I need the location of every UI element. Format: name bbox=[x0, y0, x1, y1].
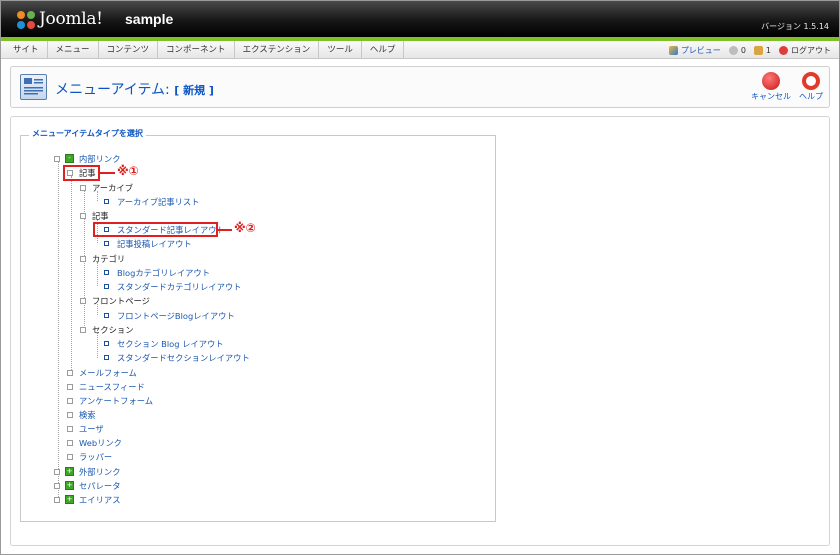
collapse-icon[interactable] bbox=[80, 327, 86, 333]
tree-node-frontpage[interactable]: フロントページ bbox=[80, 296, 150, 306]
tree-node-weblink[interactable]: Webリンク bbox=[67, 438, 122, 448]
expand-icon[interactable] bbox=[67, 426, 73, 432]
tree-line-internal bbox=[71, 176, 72, 372]
help-icon bbox=[802, 72, 820, 90]
menu-tools[interactable]: ツール bbox=[319, 41, 362, 59]
tree-leaf-section-blog-layout[interactable]: セクション Blog レイアウト bbox=[104, 339, 224, 349]
preview-icon bbox=[668, 45, 678, 55]
tree-node-external[interactable]: + 外部リンク bbox=[54, 467, 121, 477]
tree-line-category bbox=[97, 262, 98, 286]
collapse-icon[interactable] bbox=[54, 156, 60, 162]
tree-leaf-standard-section-layout[interactable]: スタンダードセクションレイアウト bbox=[104, 353, 250, 363]
header-bar: Joomla! sample バージョン 1.5.14 bbox=[1, 1, 839, 37]
tree-node-alias[interactable]: + エイリアス bbox=[54, 495, 121, 505]
joomla-brand: Joomla! bbox=[39, 9, 103, 29]
menu-menus[interactable]: メニュー bbox=[48, 41, 99, 59]
leaf-icon bbox=[104, 284, 109, 289]
tree-node-section[interactable]: セクション bbox=[80, 325, 134, 335]
annotation-line-1 bbox=[100, 172, 115, 174]
leaf-icon bbox=[104, 313, 109, 318]
annotation-line-2 bbox=[218, 229, 232, 231]
tree-leaf-standard-category-layout[interactable]: スタンダードカテゴリレイアウト bbox=[104, 282, 241, 292]
tree-node-article-sub[interactable]: 記事 bbox=[80, 211, 109, 221]
tree-node-poll[interactable]: アンケートフォーム bbox=[67, 396, 153, 406]
leaf-icon bbox=[104, 341, 109, 346]
tree-leaf-archive-list[interactable]: アーカイブ記事リスト bbox=[104, 197, 199, 207]
tree-node-search[interactable]: 検索 bbox=[67, 410, 96, 420]
status-area: プレビュー 0 1 ログアウト bbox=[668, 41, 831, 59]
collapse-icon[interactable] bbox=[80, 185, 86, 191]
cancel-icon bbox=[762, 72, 780, 90]
expand-icon[interactable] bbox=[54, 469, 60, 475]
joomla-logo-icon bbox=[17, 11, 35, 29]
expand-icon[interactable] bbox=[67, 412, 73, 418]
users-icon bbox=[753, 45, 763, 55]
annotation-mark-1: ※① bbox=[117, 164, 139, 178]
annotation-mark-2: ※② bbox=[234, 221, 256, 235]
page-title: メニューアイテム: [ 新規 ] bbox=[55, 82, 214, 98]
tree-node-newsfeed[interactable]: ニュースフィード bbox=[67, 382, 145, 392]
logout-icon bbox=[779, 45, 788, 55]
leaf-icon bbox=[104, 270, 109, 275]
collapse-icon[interactable] bbox=[80, 256, 86, 262]
tree-node-internal[interactable]: - 内部リンク bbox=[54, 154, 121, 164]
leaf-icon bbox=[104, 241, 109, 246]
menu-content[interactable]: コンテンツ bbox=[99, 41, 159, 59]
menu-extensions[interactable]: エクステンション bbox=[235, 41, 320, 59]
site-name: sample bbox=[125, 11, 174, 27]
tree-line-section bbox=[97, 333, 98, 358]
expand-icon[interactable] bbox=[54, 483, 60, 489]
messages-icon bbox=[728, 45, 738, 55]
expand-icon[interactable] bbox=[67, 370, 73, 376]
main-menu-bar: サイト メニュー コンテンツ コンポーネント エクステンション ツール ヘルプ … bbox=[1, 41, 839, 59]
expand-icon[interactable] bbox=[67, 398, 73, 404]
main-menu: サイト メニュー コンテンツ コンポーネント エクステンション ツール ヘルプ bbox=[5, 41, 405, 59]
collapse-icon[interactable] bbox=[80, 298, 86, 304]
tree-node-separator[interactable]: + セパレータ bbox=[54, 481, 121, 491]
version-label: バージョン 1.5.14 bbox=[761, 22, 829, 31]
tree-node-archive[interactable]: アーカイブ bbox=[80, 183, 133, 193]
leaf-icon bbox=[104, 199, 109, 204]
menu-item-title-icon bbox=[20, 74, 47, 100]
toolbar: メニューアイテム: [ 新規 ] キャンセル ヘルプ bbox=[10, 66, 830, 108]
menu-components[interactable]: コンポーネント bbox=[158, 41, 235, 59]
tree-leaf-frontpage-blog-layout[interactable]: フロントページBlogレイアウト bbox=[104, 311, 235, 321]
folder-green-icon: - bbox=[65, 154, 74, 163]
folder-green-icon: + bbox=[65, 495, 74, 504]
page-subtitle: [ 新規 ] bbox=[174, 84, 214, 97]
tree-node-category[interactable]: カテゴリ bbox=[80, 254, 125, 264]
expand-icon[interactable] bbox=[67, 440, 73, 446]
expand-icon[interactable] bbox=[54, 497, 60, 503]
users-online: 1 bbox=[753, 45, 771, 55]
menu-site[interactable]: サイト bbox=[5, 41, 48, 59]
expand-icon[interactable] bbox=[67, 384, 73, 390]
folder-green-icon: + bbox=[65, 481, 74, 490]
tree-leaf-blog-category-layout[interactable]: Blogカテゴリレイアウト bbox=[104, 268, 210, 278]
logout-link[interactable]: ログアウト bbox=[779, 45, 831, 56]
tree-line-root bbox=[58, 161, 59, 501]
highlight-box-1 bbox=[63, 165, 100, 181]
menu-help[interactable]: ヘルプ bbox=[362, 41, 405, 59]
tree-leaf-article-submit-layout[interactable]: 記事投稿レイアウト bbox=[104, 239, 192, 249]
messages-link[interactable]: 0 bbox=[728, 45, 746, 55]
collapse-icon[interactable] bbox=[80, 213, 86, 219]
tree-node-mailform[interactable]: メールフォーム bbox=[67, 368, 137, 378]
preview-link[interactable]: プレビュー bbox=[668, 45, 721, 56]
tree-node-wrapper[interactable]: ラッパー bbox=[67, 452, 112, 462]
highlight-box-2 bbox=[93, 222, 218, 237]
expand-icon[interactable] bbox=[67, 454, 73, 460]
folder-green-icon: + bbox=[65, 467, 74, 476]
cancel-button[interactable]: キャンセル bbox=[751, 72, 791, 102]
fieldset-legend: メニューアイテムタイプを選択 bbox=[29, 128, 146, 139]
help-button[interactable]: ヘルプ bbox=[799, 72, 823, 102]
tree-node-user[interactable]: ユーザ bbox=[67, 424, 104, 434]
leaf-icon bbox=[104, 355, 109, 360]
